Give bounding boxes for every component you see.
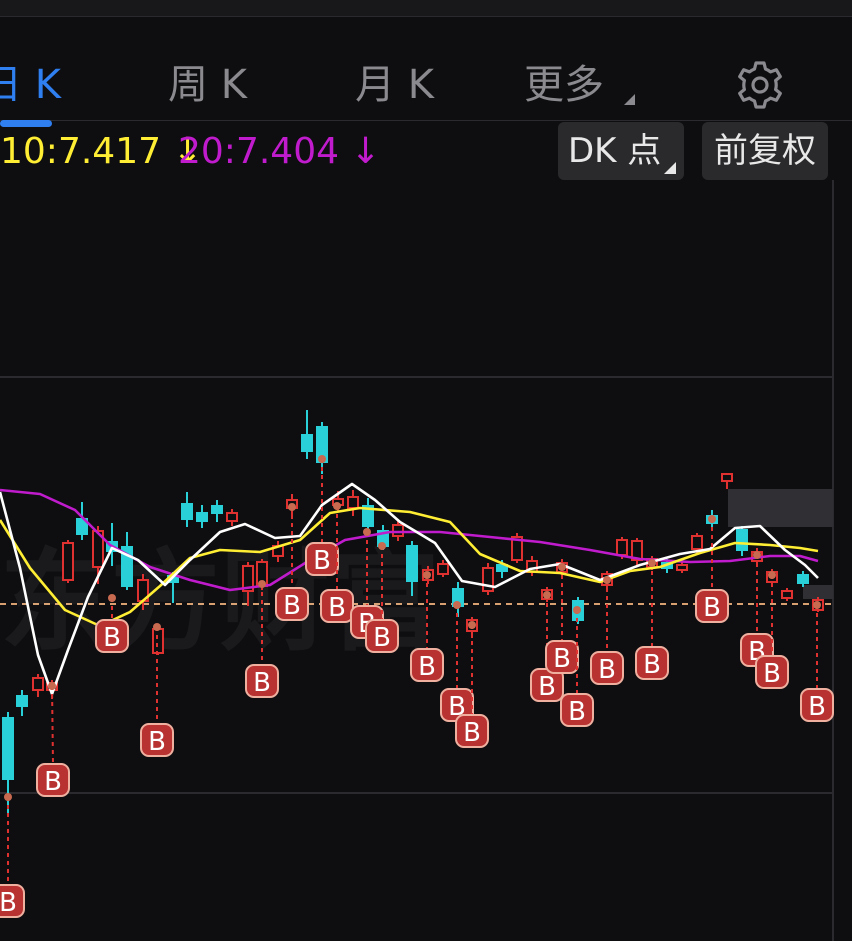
- buy-marker-label: B: [763, 659, 781, 689]
- ma10-value: 10:7.417 ↓: [0, 131, 203, 172]
- buy-marker-label: B: [463, 718, 481, 748]
- candle-down: [16, 690, 28, 716]
- buy-marker[interactable]: B: [36, 682, 70, 797]
- buy-marker[interactable]: B: [635, 559, 669, 680]
- buy-marker[interactable]: B: [695, 515, 729, 623]
- status-bar: [0, 0, 852, 17]
- candle-up: [631, 538, 643, 565]
- buy-marker[interactable]: B: [0, 793, 25, 918]
- candle-down: [452, 582, 464, 617]
- caret-icon: [664, 162, 676, 174]
- pending-order-box: [728, 489, 833, 527]
- candle-up: [511, 533, 523, 563]
- candle-down: [736, 526, 748, 556]
- buy-marker[interactable]: B: [740, 551, 774, 667]
- caret-icon: [624, 94, 635, 105]
- tab-day-k[interactable]: 日 K: [0, 61, 61, 109]
- candle-down: [196, 505, 208, 528]
- buy-marker-label: B: [643, 650, 661, 680]
- kline-chart-canvas: 东方财富 BBBBBBBBBBBBBBBBBBBBBB: [0, 180, 834, 941]
- buy-marker-label: B: [328, 593, 346, 623]
- candle-down: [362, 498, 374, 531]
- dk-point-label: DK 点: [568, 131, 662, 171]
- buy-marker-label: B: [253, 668, 271, 698]
- candle-up: [32, 674, 44, 697]
- candle-down: [316, 422, 328, 474]
- candle-up: [676, 562, 688, 573]
- buy-marker-label: B: [283, 591, 301, 621]
- buy-marker-label: B: [418, 652, 436, 682]
- kline-chart[interactable]: 东方财富 BBBBBBBBBBBBBBBBBBBBBB: [0, 180, 852, 941]
- candle-down: [797, 571, 809, 587]
- tab-more[interactable]: 更多: [524, 61, 604, 109]
- candle-up: [781, 588, 793, 601]
- buy-marker-label: B: [553, 644, 571, 674]
- buy-marker-label: B: [568, 697, 586, 727]
- buy-signals: BBBBBBBBBBBBBBBBBBBBBB: [0, 455, 834, 918]
- buy-marker-label: B: [148, 727, 166, 757]
- candle-down: [181, 492, 193, 527]
- candle-down: [211, 500, 223, 522]
- gear-icon[interactable]: [734, 59, 786, 111]
- dk-point-button[interactable]: DK 点: [558, 122, 684, 180]
- buy-marker-label: B: [313, 546, 331, 576]
- tab-month-k[interactable]: 月 K: [355, 61, 434, 109]
- period-tab-bar: 日 K 周 K 月 K 更多: [0, 17, 852, 127]
- candle-up: [226, 509, 238, 526]
- candle-up: [721, 473, 733, 489]
- buy-marker-label: B: [373, 623, 391, 653]
- buy-marker-label: B: [808, 692, 826, 722]
- ma20-value: 20:7.404 ↓: [178, 131, 381, 172]
- buy-marker-label: B: [0, 888, 17, 918]
- buy-marker[interactable]: B: [755, 571, 789, 689]
- price-tag: [803, 585, 833, 599]
- adjust-mode-button[interactable]: 前复权: [702, 122, 828, 180]
- candle-down: [301, 410, 313, 459]
- buy-marker-label: B: [103, 623, 121, 653]
- buy-marker[interactable]: B: [590, 576, 624, 685]
- buy-marker-label: B: [598, 655, 616, 685]
- buy-marker-label: B: [44, 767, 62, 797]
- buy-marker-label: B: [538, 672, 556, 702]
- candle-up: [482, 563, 494, 595]
- tab-week-k[interactable]: 周 K: [168, 61, 247, 109]
- candle-up: [62, 540, 74, 583]
- buy-marker[interactable]: B: [800, 601, 834, 722]
- candle-up: [347, 490, 359, 516]
- buy-marker-label: B: [703, 593, 721, 623]
- buy-marker[interactable]: B: [455, 621, 489, 748]
